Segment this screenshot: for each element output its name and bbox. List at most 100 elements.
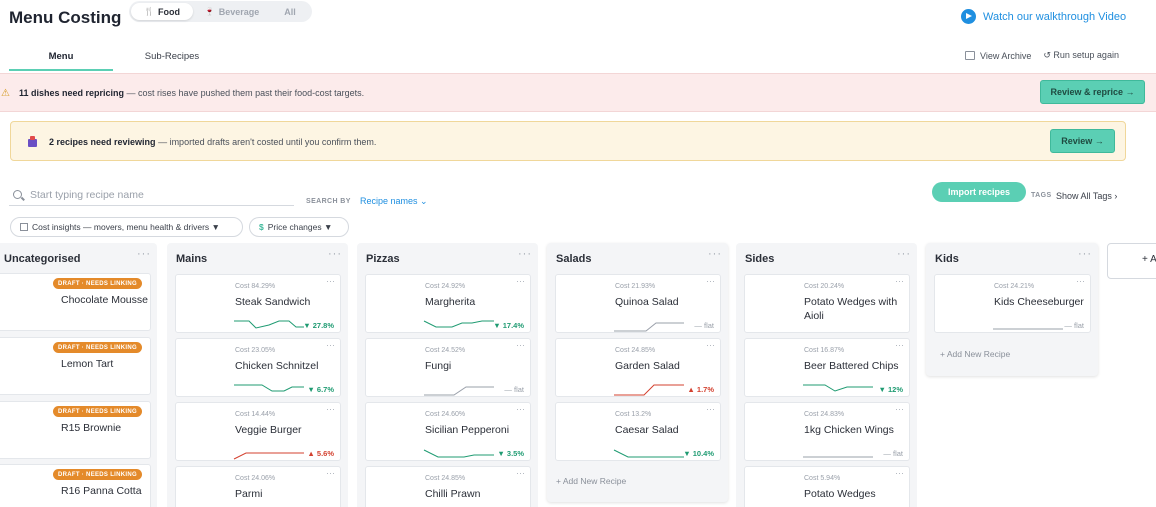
card-menu-icon[interactable]: ···	[895, 276, 904, 286]
recipe-card[interactable]: Cost 5.94% ··· Potato Wedges	[744, 466, 910, 507]
card-menu-icon[interactable]: ···	[326, 276, 335, 286]
view-archive-label: View Archive	[980, 50, 1032, 61]
view-archive-button[interactable]: View Archive	[965, 50, 1031, 61]
card-menu-icon[interactable]: ···	[706, 276, 715, 286]
recipe-name: 1kg Chicken Wings	[804, 424, 894, 436]
cost-trend-sparkline	[803, 384, 873, 392]
toolbar: View Archive ↺ Run setup again	[965, 50, 1119, 61]
food-cost-percent: Cost 23.05%	[235, 347, 276, 354]
draft-badge: DRAFT · NEEDS LINKING	[53, 406, 142, 417]
recipe-card[interactable]: Cost 21.93% ··· Quinoa Salad — flat	[555, 274, 721, 333]
cost-trend-sparkline	[233, 452, 304, 460]
page-title: Menu Costing	[9, 8, 122, 27]
recipe-name: Lemon Tart	[61, 358, 114, 370]
cost-trend-sparkline	[234, 384, 304, 392]
recipe-card[interactable]: DRAFT · NEEDS LINKING Lemon Tart	[0, 337, 151, 395]
recipe-name: Chocolate Mousse	[61, 294, 148, 306]
recipe-card[interactable]: Cost 13.2% ··· Caesar Salad ▼ 10.4%	[555, 402, 721, 461]
add-column-button[interactable]: + A	[1107, 243, 1156, 279]
segment-all-label: All	[284, 6, 296, 17]
cost-change: ▼ 3.5%	[497, 449, 524, 458]
column-menu-icon[interactable]: ···	[708, 248, 722, 260]
card-menu-icon[interactable]: ···	[516, 276, 525, 286]
recipe-card[interactable]: Cost 14.44% ··· Veggie Burger ▲ 5.6%	[175, 402, 341, 461]
food-cost-percent: Cost 24.92%	[425, 283, 466, 290]
cost-trend-sparkline	[234, 320, 304, 329]
cost-trend-sparkline	[614, 322, 684, 332]
recipe-card[interactable]: DRAFT · NEEDS LINKING Chocolate Mousse	[0, 273, 151, 331]
column-menu-icon[interactable]: ···	[897, 248, 911, 260]
recipe-card[interactable]: Cost 24.85% ··· Chilli Prawn	[365, 466, 531, 507]
cost-trend-sparkline	[424, 386, 494, 396]
card-menu-icon[interactable]: ···	[895, 404, 904, 414]
card-menu-icon[interactable]: ···	[706, 340, 715, 350]
column-title: Uncategorised	[4, 253, 81, 265]
card-menu-icon[interactable]: ···	[326, 404, 335, 414]
card-menu-icon[interactable]: ···	[516, 468, 525, 478]
search-by-dropdown[interactable]: Recipe names ⌄	[360, 196, 428, 207]
recipe-name: Caesar Salad	[615, 424, 679, 436]
recipe-name: Quinoa Salad	[615, 296, 679, 308]
show-all-tags-link[interactable]: Show All Tags ›	[1056, 191, 1117, 201]
segment-all[interactable]: All	[271, 3, 309, 20]
cost-insights-filter[interactable]: Cost insights — movers, menu health & dr…	[10, 217, 243, 237]
segment-food[interactable]: 🍴 Food	[131, 3, 193, 20]
cost-trend-sparkline	[613, 449, 684, 458]
recipe-card[interactable]: Cost 24.52% ··· Fungi — flat	[365, 338, 531, 397]
review-reprice-button[interactable]: Review & reprice →	[1040, 80, 1145, 104]
card-menu-icon[interactable]: ···	[895, 340, 904, 350]
import-recipes-button[interactable]: Import recipes	[932, 182, 1026, 202]
card-menu-icon[interactable]: ···	[326, 468, 335, 478]
price-changes-filter[interactable]: $ Price changes ▼	[249, 217, 349, 237]
search-input[interactable]	[30, 188, 280, 201]
card-menu-icon[interactable]: ···	[895, 468, 904, 478]
recipe-card[interactable]: Cost 24.60% ··· Sicilian Pepperoni ▼ 3.5…	[365, 402, 531, 461]
cost-trend-sparkline	[423, 449, 494, 458]
cost-change: ▲ 5.6%	[307, 449, 334, 458]
draft-badge: DRAFT · NEEDS LINKING	[53, 278, 142, 289]
column-menu-icon[interactable]: ···	[328, 248, 342, 260]
recipe-card[interactable]: Cost 16.87% ··· Beer Battered Chips ▼ 12…	[744, 338, 910, 397]
food-cost-percent: Cost 14.44%	[235, 411, 276, 418]
review-button[interactable]: Review →	[1050, 129, 1115, 153]
cost-trend-sparkline	[803, 456, 873, 458]
card-menu-icon[interactable]: ···	[326, 340, 335, 350]
card-menu-icon[interactable]: ···	[516, 340, 525, 350]
recipe-card[interactable]: Cost 84.29% ··· Steak Sandwich ▼ 27.8%	[175, 274, 341, 333]
add-new-recipe-button[interactable]: + Add New Recipe	[940, 349, 1010, 359]
menu-costing-page: Menu Costing 🍴 Food 🍷 Beverage All Watch…	[0, 0, 1156, 507]
column-menu-icon[interactable]: ···	[518, 248, 532, 260]
column-menu-icon[interactable]: ···	[137, 248, 151, 260]
run-setup-button[interactable]: ↺ Run setup again	[1043, 50, 1119, 61]
tab-sub-recipes[interactable]: Sub-Recipes	[127, 44, 217, 71]
recipe-card[interactable]: DRAFT · NEEDS LINKING R16 Panna Cotta	[0, 464, 151, 507]
category-segmented-control: 🍴 Food 🍷 Beverage All	[129, 1, 312, 22]
card-menu-icon[interactable]: ···	[706, 404, 715, 414]
walkthrough-video-link[interactable]: Watch our walkthrough Video	[961, 9, 1126, 24]
search-by-label: SEARCH BY	[306, 198, 351, 205]
card-menu-icon[interactable]: ···	[1076, 276, 1085, 286]
recipe-card[interactable]: Cost 23.05% ··· Chicken Schnitzel ▼ 6.7%	[175, 338, 341, 397]
cost-change: — flat	[1064, 321, 1084, 330]
recipe-card[interactable]: Cost 24.85% ··· Garden Salad ▲ 1.7%	[555, 338, 721, 397]
recipe-card[interactable]: Cost 24.06% ··· Parmi	[175, 466, 341, 507]
recipe-card[interactable]: Cost 24.92% ··· Margherita ▼ 17.4%	[365, 274, 531, 333]
recipe-name: Fungi	[425, 360, 452, 372]
tab-menu[interactable]: Menu	[9, 44, 113, 71]
card-menu-icon[interactable]: ···	[516, 404, 525, 414]
recipe-card[interactable]: Cost 24.83% ··· 1kg Chicken Wings — flat	[744, 402, 910, 461]
segment-beverage[interactable]: 🍷 Beverage	[193, 3, 271, 20]
clipboard-icon	[28, 136, 37, 147]
column-menu-icon[interactable]: ···	[1078, 248, 1092, 260]
cost-change: ▲ 1.7%	[687, 385, 714, 394]
recipe-name: Sicilian Pepperoni	[425, 424, 510, 436]
cost-change: ▼ 27.8%	[303, 321, 334, 330]
tags-label: TAGS	[1031, 192, 1052, 199]
add-new-recipe-button[interactable]: + Add New Recipe	[556, 476, 626, 486]
cost-trend-sparkline	[614, 384, 684, 396]
food-cost-percent: Cost 84.29%	[235, 283, 276, 290]
cost-change: — flat	[694, 321, 714, 330]
recipe-card[interactable]: Cost 20.24% ··· Potato Wedges with Aioli	[744, 274, 910, 333]
recipe-card[interactable]: DRAFT · NEEDS LINKING R15 Brownie	[0, 401, 151, 459]
recipe-card[interactable]: Cost 24.21% ··· Kids Cheeseburger — flat	[934, 274, 1091, 333]
